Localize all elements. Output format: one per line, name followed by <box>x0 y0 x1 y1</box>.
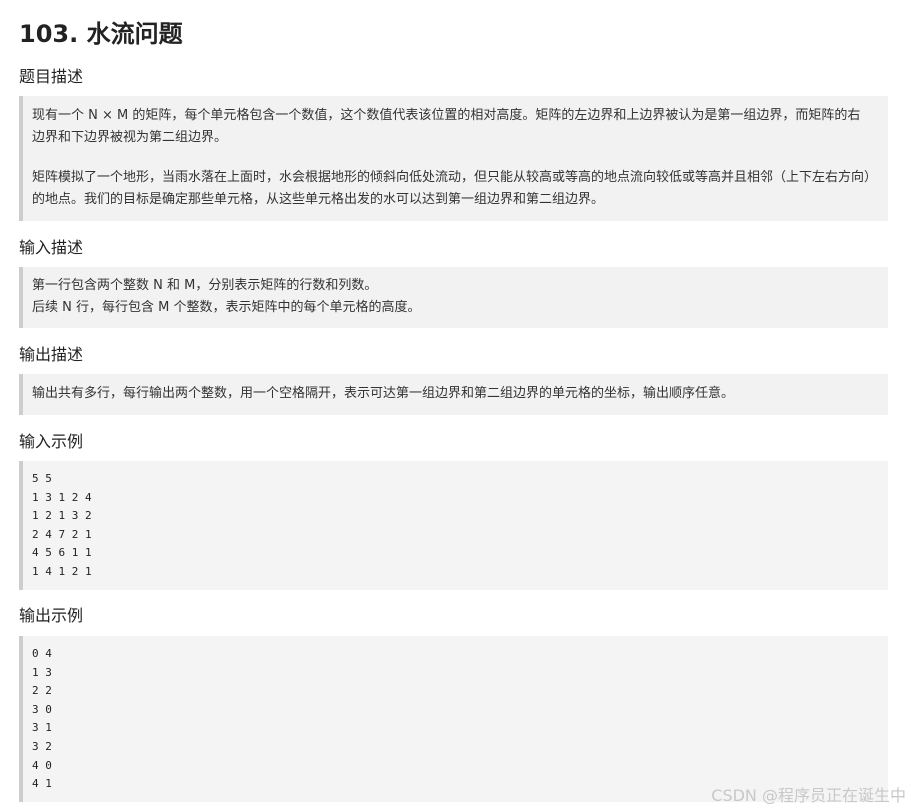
code-line: 1 4 1 2 1 <box>32 564 92 578</box>
code-line: 2 2 <box>32 684 52 698</box>
page-title: 103. 水流问题 <box>19 20 183 48</box>
code-line: 3 0 <box>32 702 52 716</box>
code-line: 1 2 1 3 2 <box>32 509 92 523</box>
problem-description-heading: 题目描述 <box>19 67 84 86</box>
code-line: 3 1 <box>32 721 52 735</box>
output-example-code-block: 0 4 1 3 2 2 3 0 3 1 3 2 4 0 4 1 <box>19 636 888 802</box>
input-description-line-2: 后续 N 行，每行包含 M 个整数，表示矩阵中的每个单元格的高度。 <box>32 300 421 315</box>
code-line: 1 3 1 2 4 <box>32 490 92 504</box>
problem-paragraph-2: 矩阵模拟了一个地形，当雨水落在上面时，水会根据地形的倾斜向低处流动，但只能从较高… <box>32 170 871 207</box>
problem-paragraph-1: 现有一个 N × M 的矩阵，每个单元格包含一个数值，这个数值代表该位置的相对高… <box>32 108 861 145</box>
input-description-block: 第一行包含两个整数 N 和 M，分别表示矩阵的行数和列数。 后续 N 行，每行包… <box>19 267 888 328</box>
code-line: 4 5 6 1 1 <box>32 546 92 560</box>
output-example-heading: 输出示例 <box>19 606 84 625</box>
output-description-line-1: 输出共有多行，每行输出两个整数，用一个空格隔开，表示可达第一组边界和第二组边界的… <box>32 386 735 401</box>
output-description-heading: 输出描述 <box>19 345 84 364</box>
code-line: 0 4 <box>32 647 52 660</box>
csdn-watermark: CSDN @程序员正在诞生中 <box>711 786 906 805</box>
input-example-heading: 输入示例 <box>19 432 84 451</box>
code-line: 5 5 <box>32 472 52 485</box>
input-description-heading: 输入描述 <box>19 238 84 257</box>
code-line: 3 2 <box>32 739 52 753</box>
code-line: 4 0 <box>32 758 52 772</box>
input-example-code-block: 5 5 1 3 1 2 4 1 2 1 3 2 2 4 7 2 1 4 5 6 … <box>19 461 888 590</box>
code-line: 2 4 7 2 1 <box>32 527 92 541</box>
code-line: 1 3 <box>32 665 52 679</box>
input-description-line-1: 第一行包含两个整数 N 和 M，分别表示矩阵的行数和列数。 <box>32 278 378 293</box>
output-description-block: 输出共有多行，每行输出两个整数，用一个空格隔开，表示可达第一组边界和第二组边界的… <box>19 374 888 415</box>
problem-description-block: 现有一个 N × M 的矩阵，每个单元格包含一个数值，这个数值代表该位置的相对高… <box>19 96 888 221</box>
